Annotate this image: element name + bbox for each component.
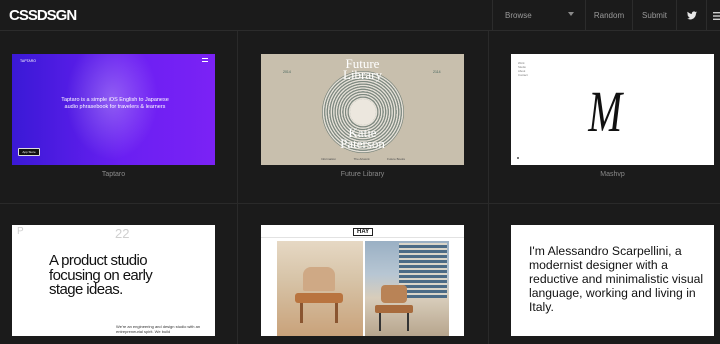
twitter-link[interactable] — [676, 0, 706, 31]
thumbnail-headline: I'm Alessandro Scarpellini, a modernist … — [529, 244, 704, 314]
start-year: 2014 — [283, 70, 291, 74]
site-thumbnail-hay[interactable]: HAY — [261, 225, 464, 336]
random-link[interactable]: Random — [585, 0, 632, 31]
thumbnail-nav: Work Studio About Contact — [518, 61, 528, 77]
thumbnail-headline: Future Library — [343, 56, 382, 82]
hamburger-menu-icon — [202, 58, 208, 62]
top-header: CSSDSGN Browse Random Submit — [0, 0, 720, 31]
menu-button[interactable] — [706, 0, 720, 31]
site-caption[interactable]: Future Library — [261, 171, 464, 178]
site-thumbnail-taptaro[interactable]: TAPTARO Taptaro is a simple iOS English … — [12, 54, 215, 165]
grid-divider — [0, 203, 720, 204]
thumbnail-footer-nav: Information The Artwork Future Books — [321, 157, 405, 161]
browse-dropdown[interactable]: Browse — [492, 0, 585, 31]
browse-label: Browse — [505, 11, 532, 20]
site-caption[interactable]: Mashvp — [511, 171, 714, 178]
decorative-dot — [517, 157, 519, 159]
app-store-badge: App Store — [18, 148, 40, 156]
mashvp-logo-mark: M — [588, 79, 623, 144]
chevron-down-icon — [568, 12, 574, 16]
site-thumbnail-future-library[interactable]: Future Library Katie Paterson 2014 2114 … — [261, 54, 464, 165]
hay-logo: HAY — [353, 228, 374, 236]
site-thumbnail-mashvp[interactable]: Work Studio About Contact M — [511, 54, 714, 165]
site-thumbnail-scarpellini[interactable]: I'm Alessandro Scarpellini, a modernist … — [511, 225, 714, 336]
site-logo[interactable]: CSSDSGN — [9, 7, 77, 24]
hamburger-menu-icon — [713, 11, 720, 20]
end-year: 2114 — [433, 70, 441, 74]
site-caption[interactable]: Taptaro — [12, 171, 215, 178]
thumbnail-subtext: We're an engineering and design studio w… — [116, 324, 201, 334]
chair-graphic — [375, 285, 413, 331]
submit-link[interactable]: Submit — [632, 0, 676, 31]
studio-number: 22 — [115, 226, 130, 241]
thumbnail-headline: Taptaro is a simple iOS English to Japan… — [61, 97, 169, 110]
site-thumbnail-product-studio[interactable]: P 22 A product studio focusing on early … — [12, 225, 215, 336]
artist-name: Katie Paterson — [340, 125, 385, 151]
grid-divider — [488, 31, 489, 344]
thumbnail-brand: TAPTARO — [20, 59, 37, 63]
studio-letter: P — [17, 226, 24, 237]
chair-graphic — [295, 267, 343, 323]
thumbnail-headline: A product studio focusing on early stage… — [49, 252, 153, 298]
twitter-icon — [686, 11, 697, 20]
grid-divider — [237, 31, 238, 344]
